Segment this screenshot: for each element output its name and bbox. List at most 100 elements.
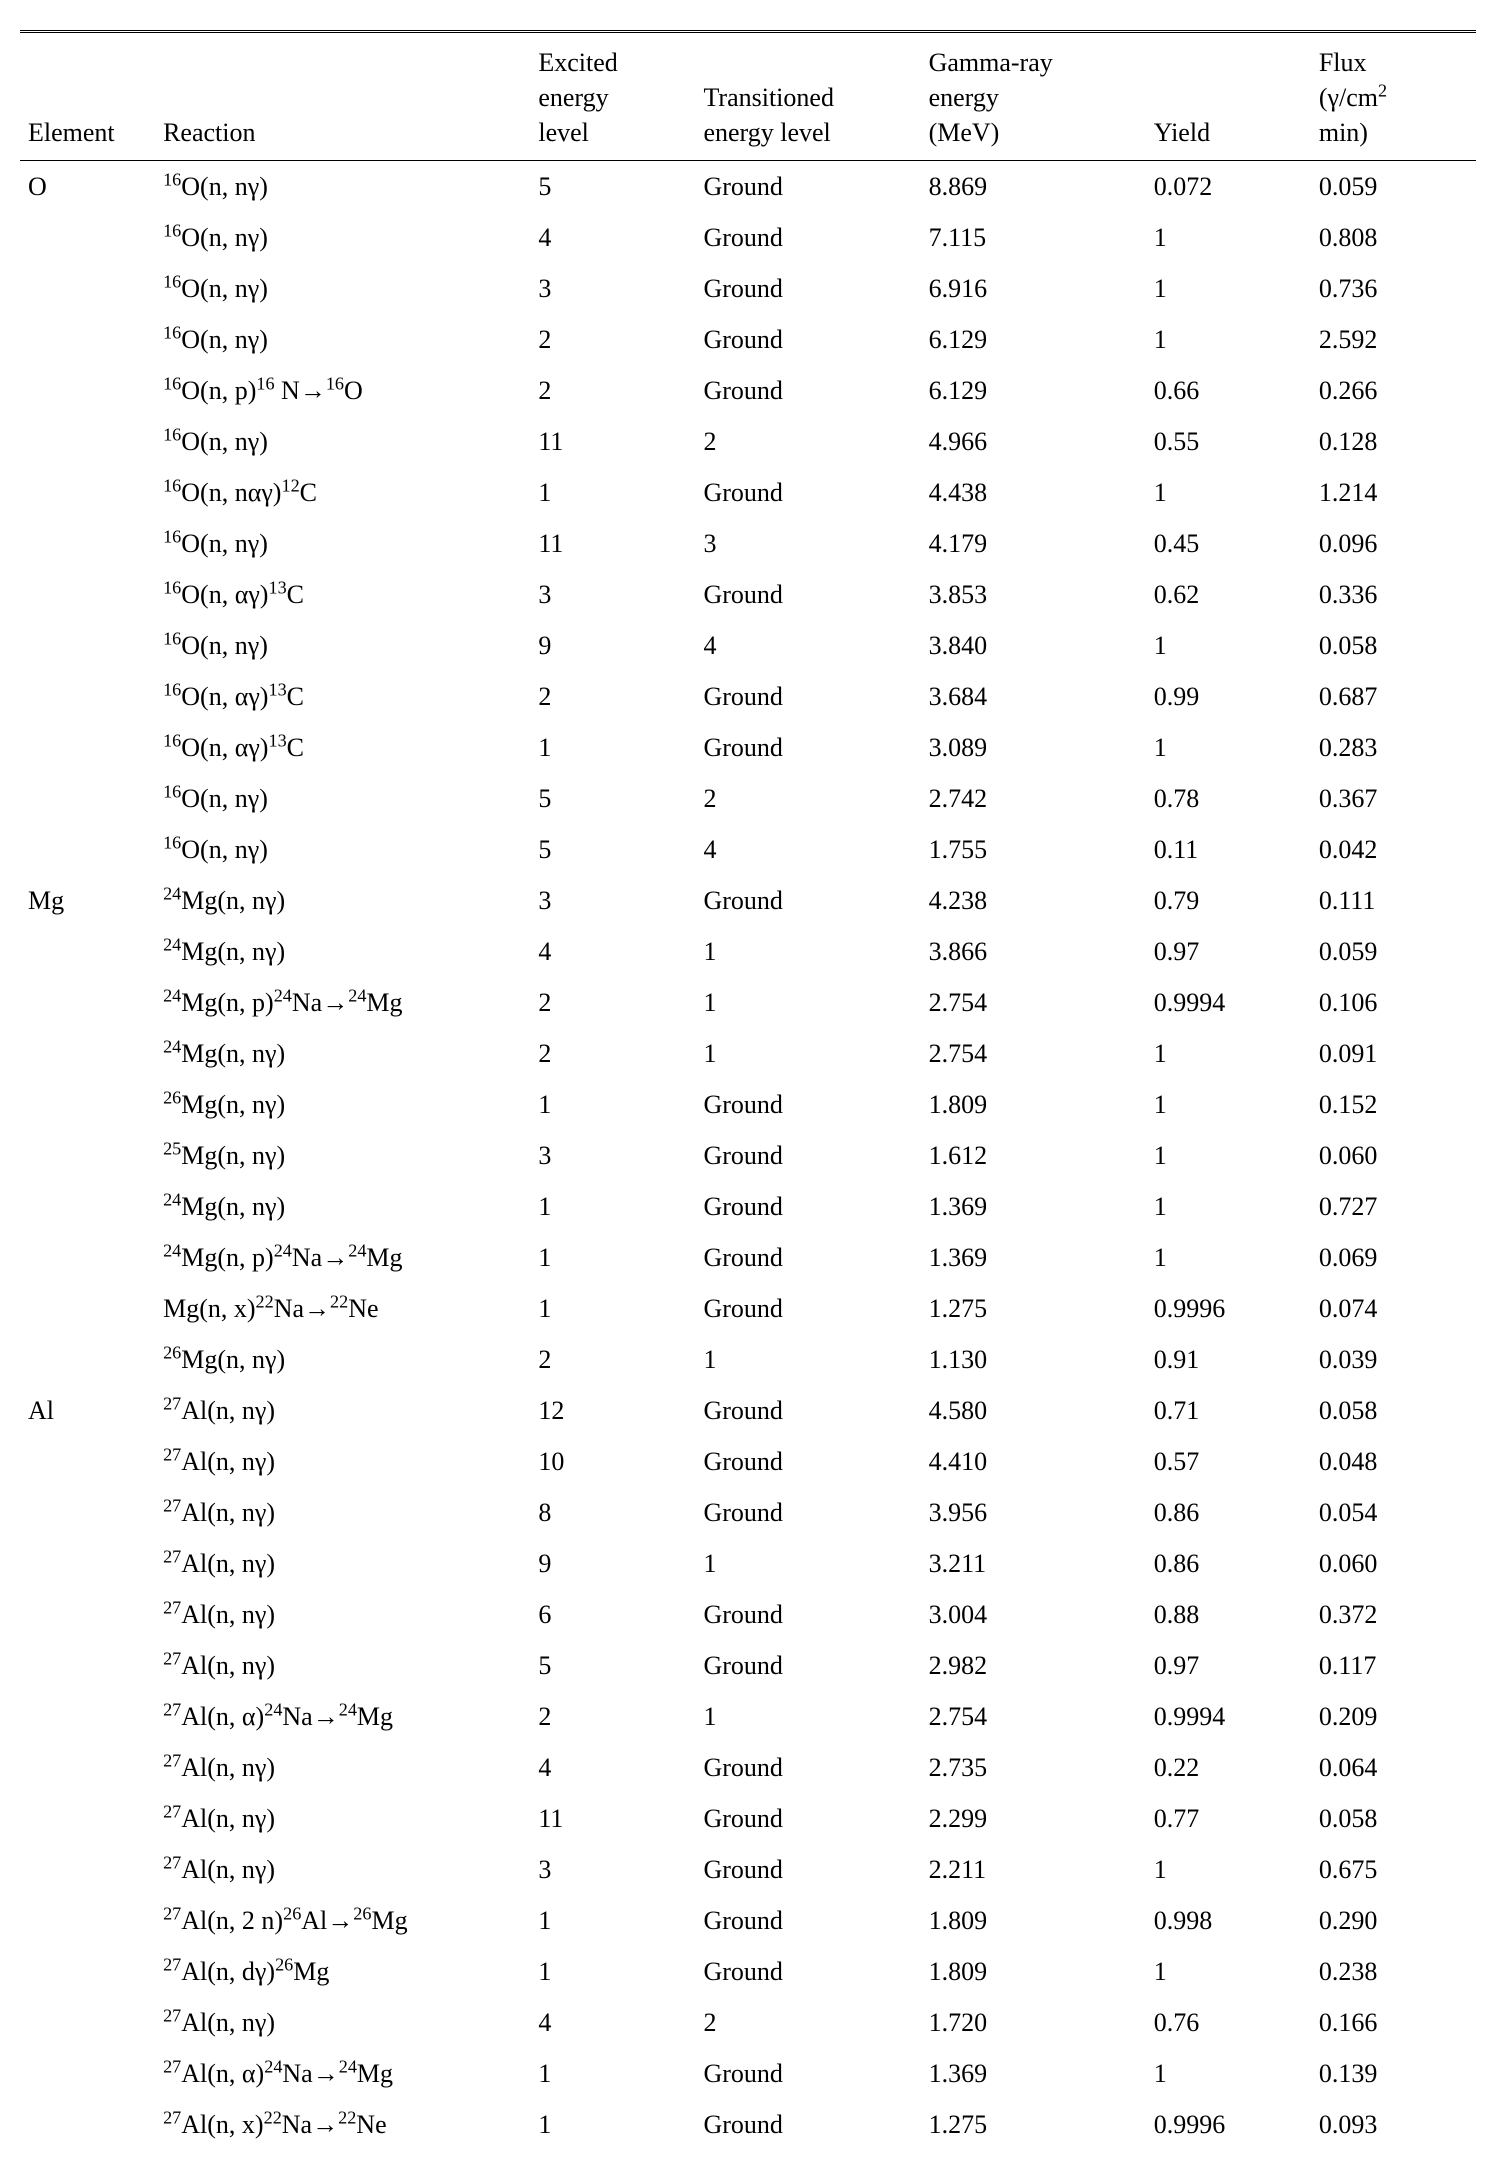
cell-yield: 0.072 — [1146, 161, 1311, 213]
table-row: 27Al(n, nγ)8Ground3.9560.860.054 — [20, 1487, 1476, 1538]
cell-transitioned: 1 — [695, 1334, 920, 1385]
cell-excited: 2 — [530, 365, 695, 416]
cell-excited: 5 — [530, 824, 695, 875]
cell-excited: 2 — [530, 1691, 695, 1742]
cell-reaction: 16O(n, nγ) — [155, 161, 530, 213]
cell-flux: 0.128 — [1311, 416, 1476, 467]
cell-energy: 6.129 — [921, 365, 1146, 416]
cell-reaction: 27Al(n, nγ) — [155, 1487, 530, 1538]
cell-flux: 0.058 — [1311, 1793, 1476, 1844]
cell-flux: 0.266 — [1311, 365, 1476, 416]
cell-reaction: 27Al(n, 2 n)26Al→26Mg — [155, 1895, 530, 1946]
cell-element — [20, 1640, 155, 1691]
cell-yield: 1 — [1146, 1232, 1311, 1283]
cell-yield: 1 — [1146, 722, 1311, 773]
cell-element — [20, 2099, 155, 2150]
cell-yield: 1 — [1146, 314, 1311, 365]
table-row: 16O(n, αγ)13C1Ground3.08910.283 — [20, 722, 1476, 773]
table-row: 24Mg(n, nγ)1Ground1.36910.727 — [20, 1181, 1476, 1232]
cell-transitioned: Ground — [695, 1079, 920, 1130]
cell-yield: 0.9994 — [1146, 977, 1311, 1028]
cell-excited: 6 — [530, 1589, 695, 1640]
cell-transitioned: Ground — [695, 569, 920, 620]
cell-reaction: 27Al(n, dγ)26Mg — [155, 1946, 530, 1997]
cell-element — [20, 1232, 155, 1283]
cell-element — [20, 467, 155, 518]
cell-flux: 0.152 — [1311, 1079, 1476, 1130]
cell-energy: 1.369 — [921, 2048, 1146, 2099]
cell-flux: 0.039 — [1311, 1334, 1476, 1385]
cell-energy: 2.754 — [921, 1028, 1146, 1079]
cell-reaction: Mg(n, x)22Na→22Ne — [155, 1283, 530, 1334]
cell-transitioned: Ground — [695, 1742, 920, 1793]
cell-transitioned: Ground — [695, 1385, 920, 1436]
table-row: 27Al(n, α)24Na→24Mg212.7540.99940.209 — [20, 1691, 1476, 1742]
cell-excited: 1 — [530, 1895, 695, 1946]
cell-transitioned: Ground — [695, 1436, 920, 1487]
cell-reaction: 24Mg(n, nγ) — [155, 926, 530, 977]
cell-reaction: 16O(n, αγ)13C — [155, 671, 530, 722]
cell-excited: 4 — [530, 212, 695, 263]
cell-yield: 0.88 — [1146, 1589, 1311, 1640]
cell-yield: 0.86 — [1146, 1487, 1311, 1538]
cell-excited: 2 — [530, 1334, 695, 1385]
cell-reaction: 16O(n, nγ) — [155, 518, 530, 569]
cell-yield: 0.66 — [1146, 365, 1311, 416]
cell-yield: 0.76 — [1146, 1997, 1311, 2048]
cell-transitioned: Ground — [695, 467, 920, 518]
cell-transitioned: Ground — [695, 671, 920, 722]
cell-transitioned: 1 — [695, 1691, 920, 1742]
cell-flux: 0.064 — [1311, 1742, 1476, 1793]
cell-flux: 0.059 — [1311, 161, 1476, 213]
cell-excited: 11 — [530, 416, 695, 467]
cell-yield: 0.55 — [1146, 416, 1311, 467]
cell-energy: 3.089 — [921, 722, 1146, 773]
cell-reaction: 27Al(n, α)24Na→24Mg — [155, 2048, 530, 2099]
cell-element — [20, 1130, 155, 1181]
cell-excited: 1 — [530, 722, 695, 773]
cell-transitioned: 2 — [695, 416, 920, 467]
cell-energy: 3.684 — [921, 671, 1146, 722]
cell-flux: 0.054 — [1311, 1487, 1476, 1538]
cell-reaction: 16O(n, nγ) — [155, 824, 530, 875]
cell-excited: 4 — [530, 1997, 695, 2048]
cell-element — [20, 212, 155, 263]
cell-transitioned: 1 — [695, 1538, 920, 1589]
cell-transitioned: Ground — [695, 212, 920, 263]
cell-element — [20, 2048, 155, 2099]
cell-element — [20, 416, 155, 467]
cell-transitioned: 1 — [695, 1028, 920, 1079]
cell-element — [20, 1028, 155, 1079]
cell-energy: 8.869 — [921, 161, 1146, 213]
table-row: 24Mg(n, p)24Na→24Mg1Ground1.36910.069 — [20, 1232, 1476, 1283]
table-row: 16O(n, nγ)541.7550.110.042 — [20, 824, 1476, 875]
cell-yield: 0.57 — [1146, 1436, 1311, 1487]
cell-energy: 1.755 — [921, 824, 1146, 875]
cell-yield: 1 — [1146, 1028, 1311, 1079]
cell-element: Mg — [20, 875, 155, 926]
cell-reaction: 27Al(n, α)24Na→24Mg — [155, 1691, 530, 1742]
table-row: 16O(n, nγ)3Ground6.91610.736 — [20, 263, 1476, 314]
cell-excited: 3 — [530, 569, 695, 620]
gamma-ray-table: Element Reaction Excitedenergylevel Tran… — [20, 30, 1476, 2150]
cell-transitioned: 2 — [695, 773, 920, 824]
cell-element — [20, 518, 155, 569]
cell-yield: 1 — [1146, 1844, 1311, 1895]
cell-energy: 4.179 — [921, 518, 1146, 569]
cell-flux: 0.238 — [1311, 1946, 1476, 1997]
cell-excited: 4 — [530, 926, 695, 977]
cell-energy: 2.299 — [921, 1793, 1146, 1844]
cell-element — [20, 1538, 155, 1589]
cell-flux: 0.727 — [1311, 1181, 1476, 1232]
col-excited: Excitedenergylevel — [530, 32, 695, 161]
cell-energy: 6.916 — [921, 263, 1146, 314]
cell-energy: 6.129 — [921, 314, 1146, 365]
cell-element — [20, 314, 155, 365]
cell-flux: 0.290 — [1311, 1895, 1476, 1946]
cell-reaction: 27Al(n, nγ) — [155, 1436, 530, 1487]
cell-reaction: 27Al(n, nγ) — [155, 1844, 530, 1895]
cell-yield: 0.11 — [1146, 824, 1311, 875]
cell-reaction: 16O(n, nγ) — [155, 314, 530, 365]
col-yield: Yield — [1146, 32, 1311, 161]
cell-excited: 1 — [530, 2099, 695, 2150]
